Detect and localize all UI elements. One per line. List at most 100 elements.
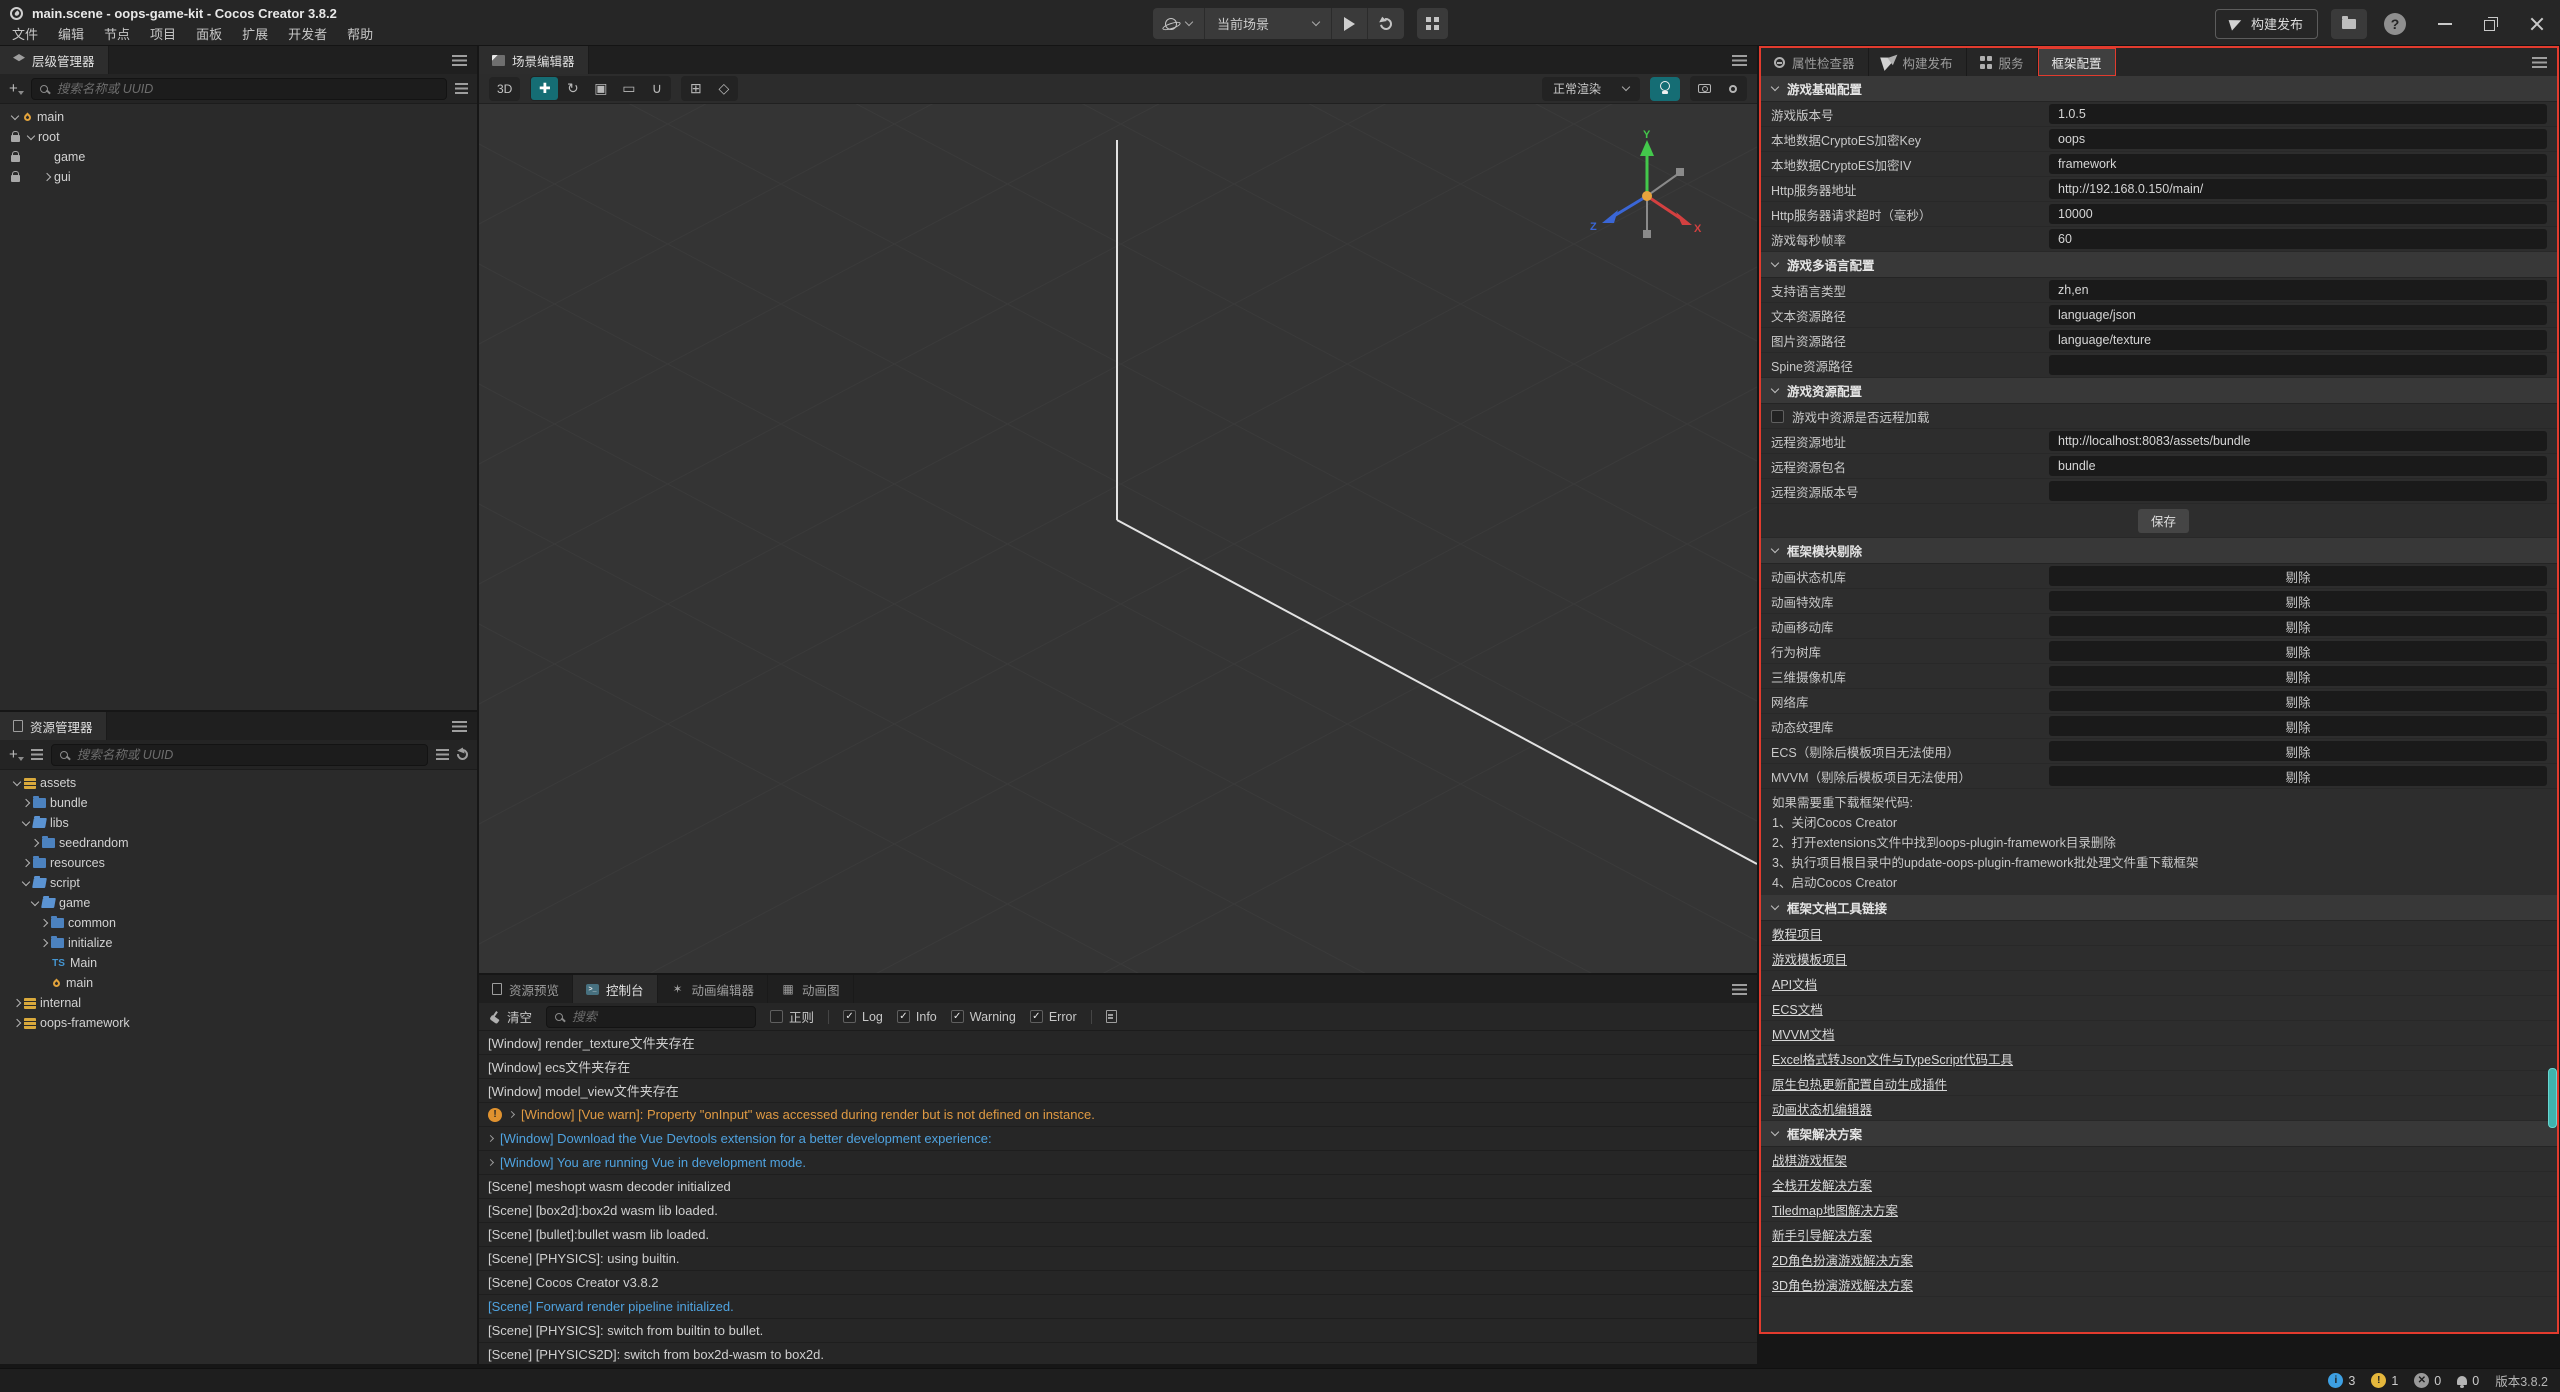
text-input[interactable] bbox=[2049, 355, 2547, 375]
remove-button[interactable]: 剔除 bbox=[2049, 591, 2547, 611]
asset-node[interactable]: assets bbox=[0, 773, 477, 793]
tab-assets[interactable]: 资源管理器 bbox=[0, 712, 107, 740]
log-row[interactable]: ! [Scene] [PHYSICS2D]: switch from box2d… bbox=[479, 1343, 1757, 1364]
log-file-icon[interactable] bbox=[1106, 1010, 1117, 1023]
hierarchy-search-input[interactable] bbox=[55, 81, 438, 97]
text-input[interactable]: language/texture bbox=[2049, 330, 2547, 350]
close-button[interactable] bbox=[2530, 17, 2544, 31]
asset-node[interactable]: Main bbox=[0, 953, 477, 973]
text-input[interactable]: zh,en bbox=[2049, 280, 2547, 300]
platform-select[interactable] bbox=[1153, 8, 1204, 39]
log-filter-checkbox[interactable]: Error bbox=[1030, 1010, 1077, 1024]
remove-button[interactable]: 剔除 bbox=[2049, 716, 2547, 736]
asset-node[interactable]: initialize bbox=[0, 933, 477, 953]
log-row[interactable]: ! [Window] render_texture文件夹存在 bbox=[479, 1031, 1757, 1055]
anchor-tool-button[interactable]: ⊞ bbox=[682, 77, 709, 100]
tree-chevron-icon[interactable] bbox=[31, 839, 39, 847]
error-count-badge[interactable]: ✕ 0 bbox=[2414, 1373, 2441, 1388]
menu-item[interactable]: 开发者 bbox=[278, 24, 337, 43]
text-input[interactable] bbox=[2049, 481, 2547, 501]
warning-count-badge[interactable]: ! 1 bbox=[2371, 1373, 2398, 1388]
remove-button[interactable]: 剔除 bbox=[2049, 616, 2547, 636]
text-input[interactable]: 10000 bbox=[2049, 204, 2547, 224]
scrollbar-thumb[interactable] bbox=[2548, 1068, 2557, 1128]
log-filter-checkbox[interactable]: Warning bbox=[951, 1010, 1016, 1024]
panel-menu-icon[interactable] bbox=[452, 55, 467, 66]
section-header-docs[interactable]: 框架文档工具链接 bbox=[1761, 895, 2557, 921]
text-input[interactable]: http://192.168.0.150/main/ bbox=[2049, 179, 2547, 199]
hierarchy-node[interactable]: root bbox=[0, 127, 477, 147]
solution-link[interactable]: 全栈开发解决方案 bbox=[1772, 1175, 1872, 1194]
rect-tool-button[interactable]: ▭ bbox=[615, 77, 642, 100]
asset-node[interactable]: bundle bbox=[0, 793, 477, 813]
build-publish-button[interactable]: 构建发布 bbox=[2215, 9, 2318, 39]
solution-link[interactable]: 2D角色扮演游戏解决方案 bbox=[1772, 1250, 1913, 1269]
menu-item[interactable]: 扩展 bbox=[232, 24, 278, 43]
regex-checkbox[interactable]: 正则 bbox=[770, 1007, 814, 1026]
tree-chevron-icon[interactable] bbox=[27, 131, 35, 139]
doc-link[interactable]: ECS文档 bbox=[1772, 999, 1823, 1018]
play-button[interactable] bbox=[1332, 8, 1367, 39]
log-row[interactable]: ! [Window] Download the Vue Devtools ext… bbox=[479, 1127, 1757, 1151]
scene-settings-button[interactable] bbox=[1719, 77, 1746, 100]
asset-node[interactable]: internal bbox=[0, 993, 477, 1013]
asset-node[interactable]: script bbox=[0, 873, 477, 893]
hierarchy-node[interactable]: gui bbox=[0, 167, 477, 187]
section-header-basic[interactable]: 游戏基础配置 bbox=[1761, 76, 2557, 102]
text-input[interactable]: 60 bbox=[2049, 229, 2547, 249]
log-row[interactable]: ! [Scene] [PHYSICS]: using builtin. bbox=[479, 1247, 1757, 1271]
light-toggle-button[interactable] bbox=[1650, 77, 1680, 101]
open-folder-button[interactable] bbox=[2331, 9, 2367, 39]
refresh-icon[interactable] bbox=[455, 747, 470, 762]
remove-button[interactable]: 剔除 bbox=[2049, 766, 2547, 786]
panel-menu-icon[interactable] bbox=[1732, 984, 1747, 995]
rotate-tool-button[interactable]: ↻ bbox=[559, 77, 586, 100]
text-input[interactable]: oops bbox=[2049, 129, 2547, 149]
tree-chevron-icon[interactable] bbox=[22, 799, 30, 807]
scene-viewport[interactable]: Y X Z bbox=[479, 104, 1757, 973]
solution-link[interactable]: 新手引导解决方案 bbox=[1772, 1225, 1872, 1244]
console-search-input[interactable] bbox=[570, 1009, 747, 1025]
menu-item[interactable]: 帮助 bbox=[337, 24, 383, 43]
log-row[interactable]: ! [Scene] Forward render pipeline initia… bbox=[479, 1295, 1757, 1319]
remove-button[interactable]: 剔除 bbox=[2049, 641, 2547, 661]
save-button[interactable]: 保存 bbox=[2138, 509, 2189, 533]
doc-link[interactable]: Excel格式转Json文件与TypeScript代码工具 bbox=[1772, 1049, 2013, 1068]
inspector-tab[interactable]: 构建发布 bbox=[1869, 48, 1967, 76]
tree-chevron-icon[interactable] bbox=[13, 1019, 21, 1027]
tree-chevron-icon[interactable] bbox=[40, 919, 48, 927]
filter-icon[interactable] bbox=[436, 749, 449, 760]
menu-item[interactable]: 编辑 bbox=[48, 24, 94, 43]
add-asset-button[interactable]: + bbox=[9, 746, 23, 763]
scene-select[interactable]: 当前场景 bbox=[1205, 8, 1331, 39]
log-row[interactable]: ! [Window] You are running Vue in develo… bbox=[479, 1151, 1757, 1175]
log-row[interactable]: ! [Scene] meshopt wasm decoder initializ… bbox=[479, 1175, 1757, 1199]
menu-item[interactable]: 节点 bbox=[94, 24, 140, 43]
inspector-tab[interactable]: 属性检查器 bbox=[1761, 48, 1869, 76]
text-input[interactable]: 1.0.5 bbox=[2049, 104, 2547, 124]
assets-search-input[interactable] bbox=[75, 747, 419, 763]
checkbox-unchecked-icon[interactable] bbox=[1771, 410, 1784, 423]
tree-chevron-icon[interactable] bbox=[43, 173, 51, 181]
text-input[interactable]: http://localhost:8083/assets/bundle bbox=[2049, 431, 2547, 451]
panel-menu-icon[interactable] bbox=[1732, 55, 1747, 66]
menu-item[interactable]: 面板 bbox=[186, 24, 232, 43]
doc-link[interactable]: 教程项目 bbox=[1772, 924, 1822, 943]
move-tool-button[interactable]: ✚ bbox=[531, 77, 558, 100]
text-input[interactable]: language/json bbox=[2049, 305, 2547, 325]
section-header-solutions[interactable]: 框架解决方案 bbox=[1761, 1121, 2557, 1147]
log-filter-checkbox[interactable]: Info bbox=[897, 1010, 937, 1024]
inspector-tab[interactable]: 服务 bbox=[1967, 48, 2038, 76]
sort-icon[interactable] bbox=[31, 749, 43, 760]
asset-node[interactable]: common bbox=[0, 913, 477, 933]
log-row[interactable]: ! [Window] [Vue warn]: Property "onInput… bbox=[479, 1103, 1757, 1127]
remove-button[interactable]: 剔除 bbox=[2049, 566, 2547, 586]
hierarchy-node[interactable]: game bbox=[0, 147, 477, 167]
tree-chevron-icon[interactable] bbox=[22, 877, 30, 885]
clear-console-button[interactable]: 清空 bbox=[489, 1007, 532, 1026]
minimize-button[interactable] bbox=[2438, 17, 2452, 31]
asset-node[interactable]: seedrandom bbox=[0, 833, 477, 853]
scale-tool-button[interactable]: ▣ bbox=[587, 77, 614, 100]
tree-chevron-icon[interactable] bbox=[31, 897, 39, 905]
log-filter-checkbox[interactable]: Log bbox=[843, 1010, 883, 1024]
